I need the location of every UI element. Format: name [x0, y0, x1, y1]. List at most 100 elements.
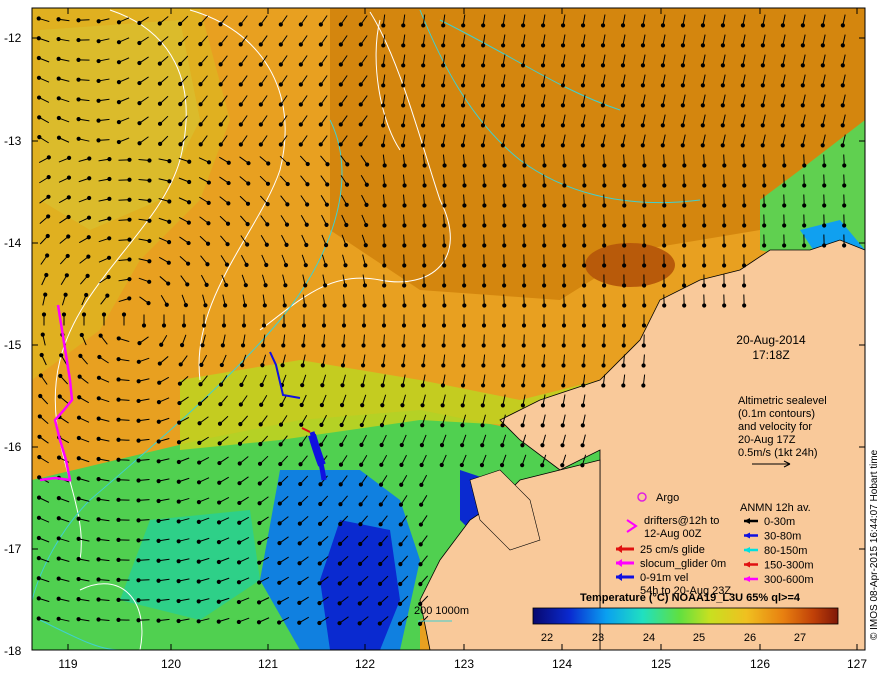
velocity-arrowhead — [662, 223, 667, 228]
velocity-arrowhead — [325, 182, 330, 187]
velocity-arrowhead — [421, 323, 427, 328]
velocity-arrowhead — [186, 220, 191, 225]
velocity-arrowhead — [196, 519, 201, 525]
velocity-arrowhead — [602, 303, 607, 308]
velocity-arrowhead — [800, 63, 805, 68]
velocity-arrowhead — [344, 202, 349, 207]
velocity-arrowhead — [147, 198, 152, 203]
velocity-arrowhead — [602, 163, 607, 168]
velocity-arrowhead — [521, 383, 526, 388]
velocity-arrowhead — [360, 383, 365, 388]
velocity-arrowhead — [480, 383, 486, 388]
velocity-arrowhead — [197, 421, 202, 426]
velocity-arrowhead — [137, 80, 142, 86]
velocity-arrowhead — [198, 122, 203, 127]
velocity-arrowhead — [600, 63, 606, 68]
velocity-arrowhead — [460, 383, 466, 388]
velocity-arrowhead — [258, 122, 263, 127]
velocity-arrowhead — [440, 143, 446, 148]
altimetry-line: Altimetric sealevel — [738, 395, 827, 407]
velocity-arrowhead — [462, 203, 467, 208]
velocity-arrowhead — [280, 363, 285, 368]
velocity-arrowhead — [398, 581, 403, 587]
velocity-arrowhead — [560, 83, 566, 88]
velocity-arrowhead — [185, 261, 191, 266]
velocity-arrowhead — [782, 183, 787, 188]
velocity-arrowhead — [266, 161, 271, 166]
velocity-arrowhead — [642, 303, 647, 308]
velocity-arrowhead — [840, 103, 845, 108]
velocity-arrowhead — [37, 434, 42, 439]
velocity-arrowhead — [217, 460, 222, 466]
velocity-arrowhead — [740, 23, 746, 28]
velocity-arrowhead — [303, 263, 308, 268]
velocity-arrowhead — [176, 618, 181, 624]
velocity-arrowhead — [318, 62, 323, 67]
velocity-arrowhead — [238, 402, 243, 407]
velocity-arrowhead — [401, 23, 406, 28]
velocity-arrowhead — [520, 43, 526, 48]
velocity-arrowhead — [359, 462, 364, 467]
velocity-arrowhead — [96, 78, 101, 84]
velocity-arrowhead — [318, 82, 323, 87]
velocity-arrowhead — [178, 362, 183, 367]
velocity-arrowhead — [442, 283, 447, 288]
velocity-arrowhead — [520, 103, 526, 108]
velocity-arrowhead — [581, 343, 586, 348]
lon-tick-label: 124 — [552, 657, 572, 671]
velocity-arrowhead — [245, 242, 250, 247]
velocity-arrowhead — [318, 22, 323, 27]
velocity-arrowhead — [500, 443, 505, 448]
velocity-arrowhead — [116, 617, 121, 622]
velocity-arrowhead — [96, 138, 101, 143]
velocity-arrowhead — [400, 383, 405, 388]
velocity-arrowhead — [177, 400, 182, 406]
velocity-arrowhead — [76, 77, 81, 82]
velocity-arrowhead — [377, 581, 383, 586]
velocity-arrowhead — [560, 403, 566, 408]
velocity-arrowhead — [218, 102, 223, 107]
velocity-arrowhead — [196, 480, 202, 485]
velocity-arrowhead — [621, 343, 626, 348]
velocity-arrowhead — [297, 600, 302, 606]
velocity-arrowhead — [422, 243, 427, 248]
velocity-arrowhead — [107, 196, 112, 201]
velocity-arrowhead — [560, 43, 566, 48]
velocity-arrowhead — [382, 243, 387, 248]
velocity-arrowhead — [116, 100, 122, 105]
velocity-arrowhead — [379, 462, 384, 467]
velocity-arrowhead — [136, 618, 141, 623]
velocity-arrowhead — [820, 123, 825, 128]
velocity-arrowhead — [218, 142, 223, 147]
velocity-arrowhead — [460, 423, 465, 428]
velocity-arrowhead — [187, 179, 192, 185]
velocity-arrowhead — [157, 361, 162, 366]
velocity-arrowhead — [206, 160, 212, 165]
velocity-arrowhead — [582, 243, 587, 248]
velocity-arrowhead — [156, 598, 161, 603]
velocity-arrowhead — [680, 43, 686, 48]
velocity-arrowhead — [116, 20, 122, 25]
velocity-arrowhead — [681, 283, 687, 288]
velocity-arrowhead — [401, 83, 406, 88]
velocity-arrowhead — [116, 497, 121, 502]
velocity-arrowhead — [258, 422, 263, 427]
velocity-arrowhead — [580, 103, 586, 108]
velocity-arrowhead — [500, 123, 506, 128]
velocity-arrowhead — [600, 103, 605, 108]
velocity-arrowhead — [562, 243, 567, 248]
legend-drifters: 12-Aug 00Z — [644, 528, 702, 540]
velocity-arrowhead — [98, 333, 103, 338]
velocity-arrowhead — [301, 323, 307, 328]
velocity-arrowhead — [401, 343, 406, 348]
velocity-arrowhead — [741, 283, 747, 288]
velocity-arrowhead — [398, 562, 403, 567]
velocity-arrowhead — [198, 142, 203, 147]
velocity-arrowhead — [321, 343, 326, 348]
velocity-arrowhead — [260, 363, 265, 368]
velocity-arrowhead — [257, 560, 262, 565]
velocity-arrowhead — [540, 23, 546, 28]
velocity-arrowhead — [682, 163, 687, 168]
velocity-arrowhead — [642, 183, 647, 188]
velocity-arrowhead — [600, 83, 606, 88]
